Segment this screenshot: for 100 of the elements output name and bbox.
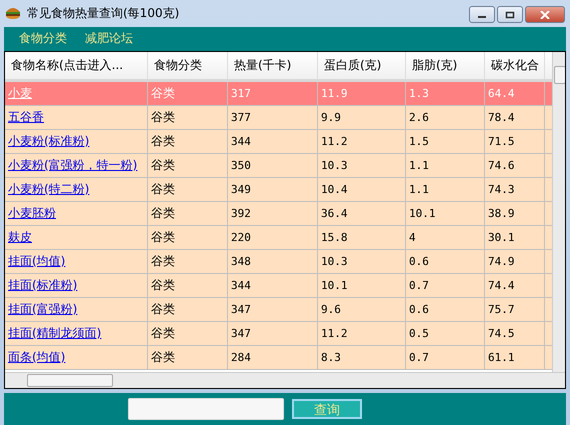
table-cell: 10.1 [321,278,348,292]
table-cell: 220 [231,230,251,244]
table-cell: 谷类 [151,252,175,270]
table-cell: 谷类 [151,180,175,198]
table-cell: 0.6 [409,254,429,268]
table-row[interactable]: 挂面(精制龙须面) 谷类 347 11.2 0.5 74.5 [5,322,552,346]
table-cell: 1.3 [409,86,429,100]
column-header[interactable]: 食物分类 [148,52,228,79]
table-cell: 谷类 [151,348,175,366]
table-row[interactable]: 小麦粉(富强粉，特一粉) 谷类 350 10.3 1.1 74.6 [5,154,552,178]
column-header[interactable]: 蛋白质(克) [318,52,406,79]
table-cell: 0.7 [409,278,429,292]
table-cell: 78.4 [488,110,514,124]
table-cell: 392 [231,206,251,220]
menu-item[interactable]: 减肥论坛 [85,30,133,48]
table-cell: 377 [231,110,251,124]
table-cell: 2.6 [409,110,429,124]
table-row[interactable]: 小麦粉(特二粉) 谷类 349 10.4 1.1 74.3 [5,178,552,202]
table-cell: 74.5 [488,326,514,340]
table-cell: 11.9 [321,86,348,100]
food-link[interactable]: 面条(均值) [8,348,66,366]
food-link[interactable]: 挂面(标准粉) [8,276,78,294]
table-cell: 11.2 [321,326,348,340]
table-cell: 9.6 [321,302,341,316]
table-row[interactable]: 小麦粉(标准粉) 谷类 344 11.2 1.5 71.5 [5,130,552,154]
food-link[interactable]: 挂面(均值) [8,252,66,270]
table-cell: 谷类 [151,228,175,246]
table-cell: 8.3 [321,350,341,364]
table-cell: 317 [231,86,251,100]
table-cell: 10.3 [321,158,348,172]
food-link[interactable]: 麸皮 [8,228,32,246]
food-link[interactable]: 挂面(富强粉) [8,300,78,318]
table-cell: 谷类 [151,84,175,102]
table-cell: 36.4 [321,206,348,220]
table-cell: 344 [231,278,251,292]
table-cell: 9.9 [321,110,341,124]
table-cell: 74.9 [488,254,514,268]
table-row[interactable]: 挂面(富强粉) 谷类 347 9.6 0.6 75.7 [5,298,552,322]
table-cell: 1.1 [409,182,429,196]
table-cell: 1.1 [409,158,429,172]
table-row[interactable]: 挂面(均值) 谷类 348 10.3 0.6 74.9 [5,250,552,274]
table-cell: 347 [231,326,251,340]
table-cell: 4 [409,230,416,244]
table-cell: 10.3 [321,254,348,268]
food-link[interactable]: 小麦粉(特二粉) [8,180,90,198]
maximize-icon [505,10,515,18]
food-link[interactable]: 小麦胚粉 [8,204,56,222]
horizontal-scrollbar[interactable] [5,372,565,388]
table-cell: 谷类 [151,324,175,342]
table-cell: 谷类 [151,156,175,174]
food-link[interactable]: 五谷香 [8,108,44,126]
table-cell: 38.9 [488,206,514,220]
table-cell: 64.4 [488,86,514,100]
table-cell: 350 [231,158,251,172]
food-link[interactable]: 挂面(精制龙须面) [8,324,102,342]
column-header[interactable]: 碳水化合 [485,52,545,79]
burger-icon [5,6,21,20]
table-row[interactable]: 麸皮 谷类 220 15.8 4 30.1 [5,226,552,250]
table-cell: 74.3 [488,182,514,196]
column-header[interactable]: 热量(千卡) [228,52,318,79]
food-link[interactable]: 小麦粉(标准粉) [8,132,90,150]
table-cell: 0.6 [409,302,429,316]
table-cell: 0.5 [409,326,429,340]
table-row[interactable]: 挂面(标准粉) 谷类 344 10.1 0.7 74.4 [5,274,552,298]
table-cell: 11.2 [321,134,348,148]
table-cell: 0.7 [409,350,429,364]
maximize-button[interactable] [497,6,523,23]
close-button[interactable] [525,6,565,23]
close-icon [540,10,550,18]
table-cell: 谷类 [151,300,175,318]
table-cell: 284 [231,350,251,364]
column-header[interactable]: 脂肪(克) [406,52,485,79]
table-cell: 10.1 [409,206,436,220]
table-cell: 74.4 [488,278,514,292]
table-row[interactable]: 小麦胚粉 谷类 392 36.4 10.1 38.9 [5,202,552,226]
window-title: 常见食物热量查询(每100克) [27,4,180,22]
table-cell: 344 [231,134,251,148]
table-cell: 71.5 [488,134,514,148]
table-cell: 61.1 [488,350,514,364]
table-cell: 谷类 [151,204,175,222]
table-cell: 347 [231,302,251,316]
table-row[interactable]: 面条(均值) 谷类 284 8.3 0.7 61.1 [5,346,552,370]
table-cell: 谷类 [151,276,175,294]
minimize-button[interactable] [469,6,495,23]
table-cell: 10.4 [321,182,348,196]
table-cell: 谷类 [151,132,175,150]
food-link[interactable]: 小麦粉(富强粉，特一粉) [8,156,138,174]
table-cell: 1.5 [409,134,429,148]
table-cell: 75.7 [488,302,514,316]
vertical-scrollbar[interactable] [552,52,565,372]
column-header[interactable]: 食物名称(点击进入... [5,52,148,79]
table-cell: 30.1 [488,230,514,244]
menu-item[interactable]: 食物分类 [19,30,67,48]
table-cell: 74.6 [488,158,514,172]
table-cell: 349 [231,182,251,196]
table-cell: 348 [231,254,251,268]
table-cell: 15.8 [321,230,348,244]
table-row[interactable]: 五谷香 谷类 377 9.9 2.6 78.4 [5,106,552,130]
table-cell: 谷类 [151,108,175,126]
search-field[interactable] [128,398,284,420]
